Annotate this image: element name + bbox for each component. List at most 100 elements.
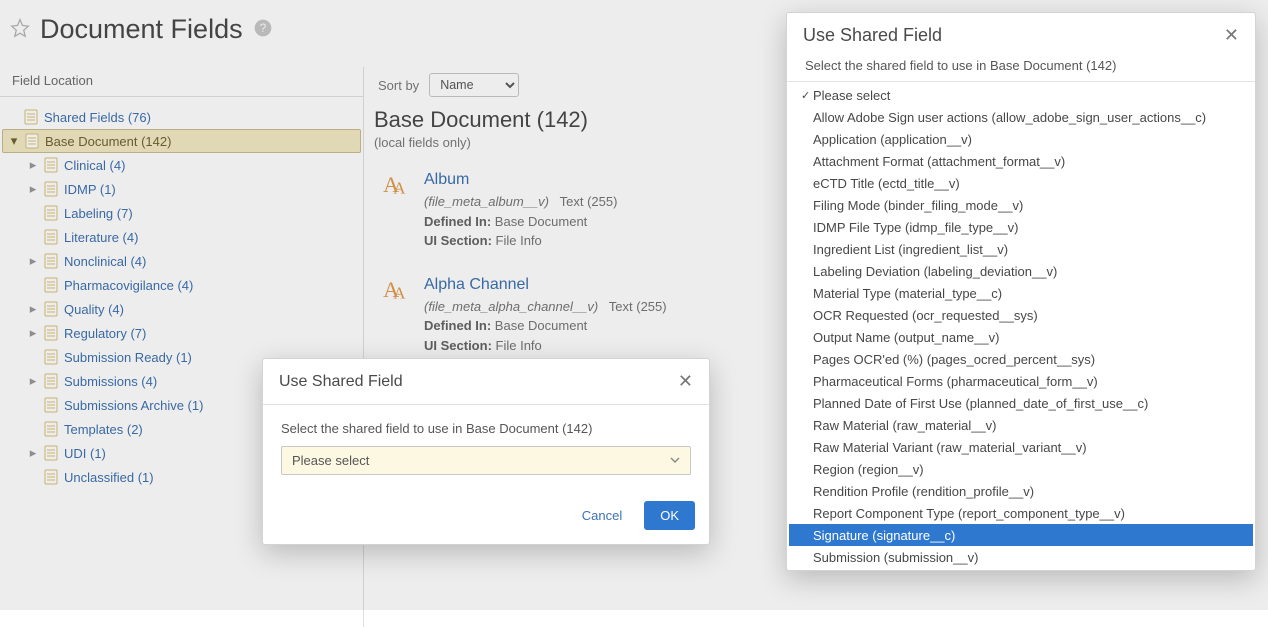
option-item[interactable]: OCR Requested (ocr_requested__sys): [789, 304, 1253, 326]
option-label: Please select: [813, 88, 890, 103]
field-type: Text (255): [560, 194, 618, 209]
sort-by-label: Sort by: [378, 78, 419, 93]
option-item[interactable]: Application (application__v): [789, 128, 1253, 150]
dialog-prompt: Select the shared field to use in Base D…: [281, 421, 691, 446]
field-type-icon: AA: [378, 168, 412, 202]
tree-label: Submissions Archive (1): [64, 398, 203, 413]
tree-item[interactable]: ▸ Quality (4): [2, 297, 361, 321]
document-icon: [44, 349, 58, 365]
chevron-down-icon: [670, 453, 680, 468]
option-label: Labeling Deviation (labeling_deviation__…: [813, 264, 1057, 279]
use-shared-field-dialog: Use Shared Field ✕ Select the shared fie…: [262, 358, 710, 545]
document-icon: [44, 253, 58, 269]
help-icon[interactable]: ?: [253, 18, 273, 41]
option-label: Region (region__v): [813, 462, 924, 477]
sort-by-select[interactable]: Name: [429, 73, 519, 97]
option-item[interactable]: Submission (submission__v): [789, 546, 1253, 568]
field-name[interactable]: Album: [424, 168, 617, 192]
expand-arrow-icon[interactable]: ▸: [28, 373, 38, 389]
tree-label: Shared Fields (76): [44, 110, 151, 125]
tree-item[interactable]: Literature (4): [2, 225, 361, 249]
document-icon: [44, 157, 58, 173]
field-name[interactable]: Alpha Channel: [424, 273, 667, 297]
option-label: OCR Requested (ocr_requested__sys): [813, 308, 1038, 323]
close-icon[interactable]: ✕: [678, 371, 693, 392]
expand-arrow-icon[interactable]: ▸: [28, 445, 38, 461]
shared-field-select[interactable]: Please select: [281, 446, 691, 475]
document-icon: [24, 109, 38, 125]
check-icon: ✓: [801, 89, 813, 102]
expand-arrow-icon[interactable]: ▸: [28, 157, 38, 173]
option-label: Pharmaceutical Forms (pharmaceutical_for…: [813, 374, 1098, 389]
option-label: Raw Material (raw_material__v): [813, 418, 997, 433]
dropdown-prompt: Select the shared field to use in Base D…: [787, 58, 1255, 81]
option-placeholder[interactable]: ✓ Please select: [789, 84, 1253, 106]
collapse-arrow-icon[interactable]: ▾: [9, 133, 19, 149]
option-item[interactable]: Filing Mode (binder_filing_mode__v): [789, 194, 1253, 216]
option-label: Pages OCR'ed (%) (pages_ocred_percent__s…: [813, 352, 1095, 367]
option-item[interactable]: Rendition Profile (rendition_profile__v): [789, 480, 1253, 502]
option-item[interactable]: Labeling Deviation (labeling_deviation__…: [789, 260, 1253, 282]
option-item[interactable]: IDMP File Type (idmp_file_type__v): [789, 216, 1253, 238]
tree-label: Quality (4): [64, 302, 124, 317]
field-type: Text (255): [609, 299, 667, 314]
tree-label: Pharmacovigilance (4): [64, 278, 193, 293]
option-item[interactable]: Attachment Format (attachment_format__v): [789, 150, 1253, 172]
option-item[interactable]: Material Type (material_type__c): [789, 282, 1253, 304]
option-label: Rendition Profile (rendition_profile__v): [813, 484, 1034, 499]
tree-label: Templates (2): [64, 422, 143, 437]
tree-shared-fields[interactable]: Shared Fields (76): [2, 105, 361, 129]
document-icon: [44, 301, 58, 317]
tree-label: IDMP (1): [64, 182, 116, 197]
expand-arrow-icon[interactable]: ▸: [28, 181, 38, 197]
option-item[interactable]: Raw Material Variant (raw_material_varia…: [789, 436, 1253, 458]
document-icon: [44, 229, 58, 245]
tree-item[interactable]: Labeling (7): [2, 201, 361, 225]
option-label: IDMP File Type (idmp_file_type__v): [813, 220, 1018, 235]
defined-in-value: Base Document: [495, 318, 588, 333]
option-item[interactable]: Allow Adobe Sign user actions (allow_ado…: [789, 106, 1253, 128]
option-item[interactable]: Pharmaceutical Forms (pharmaceutical_for…: [789, 370, 1253, 392]
option-item[interactable]: Report Component Type (report_component_…: [789, 502, 1253, 524]
option-item[interactable]: Signature (signature__c): [789, 524, 1253, 546]
tree-base-document[interactable]: ▾ Base Document (142): [2, 129, 361, 153]
expand-arrow-icon[interactable]: ▸: [28, 301, 38, 317]
defined-in-value: Base Document: [495, 214, 588, 229]
ui-section-label: UI Section:: [424, 233, 492, 248]
tree-item[interactable]: ▸Regulatory (7): [2, 321, 361, 345]
field-api-name: (file_meta_album__v): [424, 194, 549, 209]
document-icon: [44, 205, 58, 221]
option-label: eCTD Title (ectd_title__v): [813, 176, 960, 191]
option-label: Application (application__v): [813, 132, 972, 147]
document-icon: [44, 469, 58, 485]
use-shared-field-dropdown: Use Shared Field ✕ Select the shared fie…: [786, 12, 1256, 571]
tree-label: Unclassified (1): [64, 470, 154, 485]
tree-item[interactable]: Pharmacovigilance (4): [2, 273, 361, 297]
tree-label: UDI (1): [64, 446, 106, 461]
tree-item[interactable]: ▸Clinical (4): [2, 153, 361, 177]
option-item[interactable]: Pages OCR'ed (%) (pages_ocred_percent__s…: [789, 348, 1253, 370]
option-label: Output Name (output_name__v): [813, 330, 999, 345]
option-label: Signature (signature__c): [813, 528, 955, 543]
expand-arrow-icon[interactable]: ▸: [28, 325, 38, 341]
expand-arrow-icon[interactable]: ▸: [28, 253, 38, 269]
ok-button[interactable]: OK: [644, 501, 695, 530]
cancel-button[interactable]: Cancel: [570, 501, 634, 530]
option-item[interactable]: Region (region__v): [789, 458, 1253, 480]
tree-label: Nonclinical (4): [64, 254, 146, 269]
close-icon[interactable]: ✕: [1224, 25, 1239, 46]
field-location-label: Field Location: [0, 67, 363, 97]
tree-item[interactable]: ▸ Nonclinical (4): [2, 249, 361, 273]
option-item[interactable]: Planned Date of First Use (planned_date_…: [789, 392, 1253, 414]
document-icon: [44, 445, 58, 461]
tree-item[interactable]: ▸ IDMP (1): [2, 177, 361, 201]
option-item[interactable]: Ingredient List (ingredient_list__v): [789, 238, 1253, 260]
option-item[interactable]: Raw Material (raw_material__v): [789, 414, 1253, 436]
star-icon[interactable]: [10, 18, 30, 41]
option-label: Planned Date of First Use (planned_date_…: [813, 396, 1148, 411]
option-label: Attachment Format (attachment_format__v): [813, 154, 1065, 169]
ui-section-value: File Info: [496, 233, 542, 248]
option-item[interactable]: eCTD Title (ectd_title__v): [789, 172, 1253, 194]
tree-label: Base Document (142): [45, 134, 171, 149]
option-item[interactable]: Output Name (output_name__v): [789, 326, 1253, 348]
